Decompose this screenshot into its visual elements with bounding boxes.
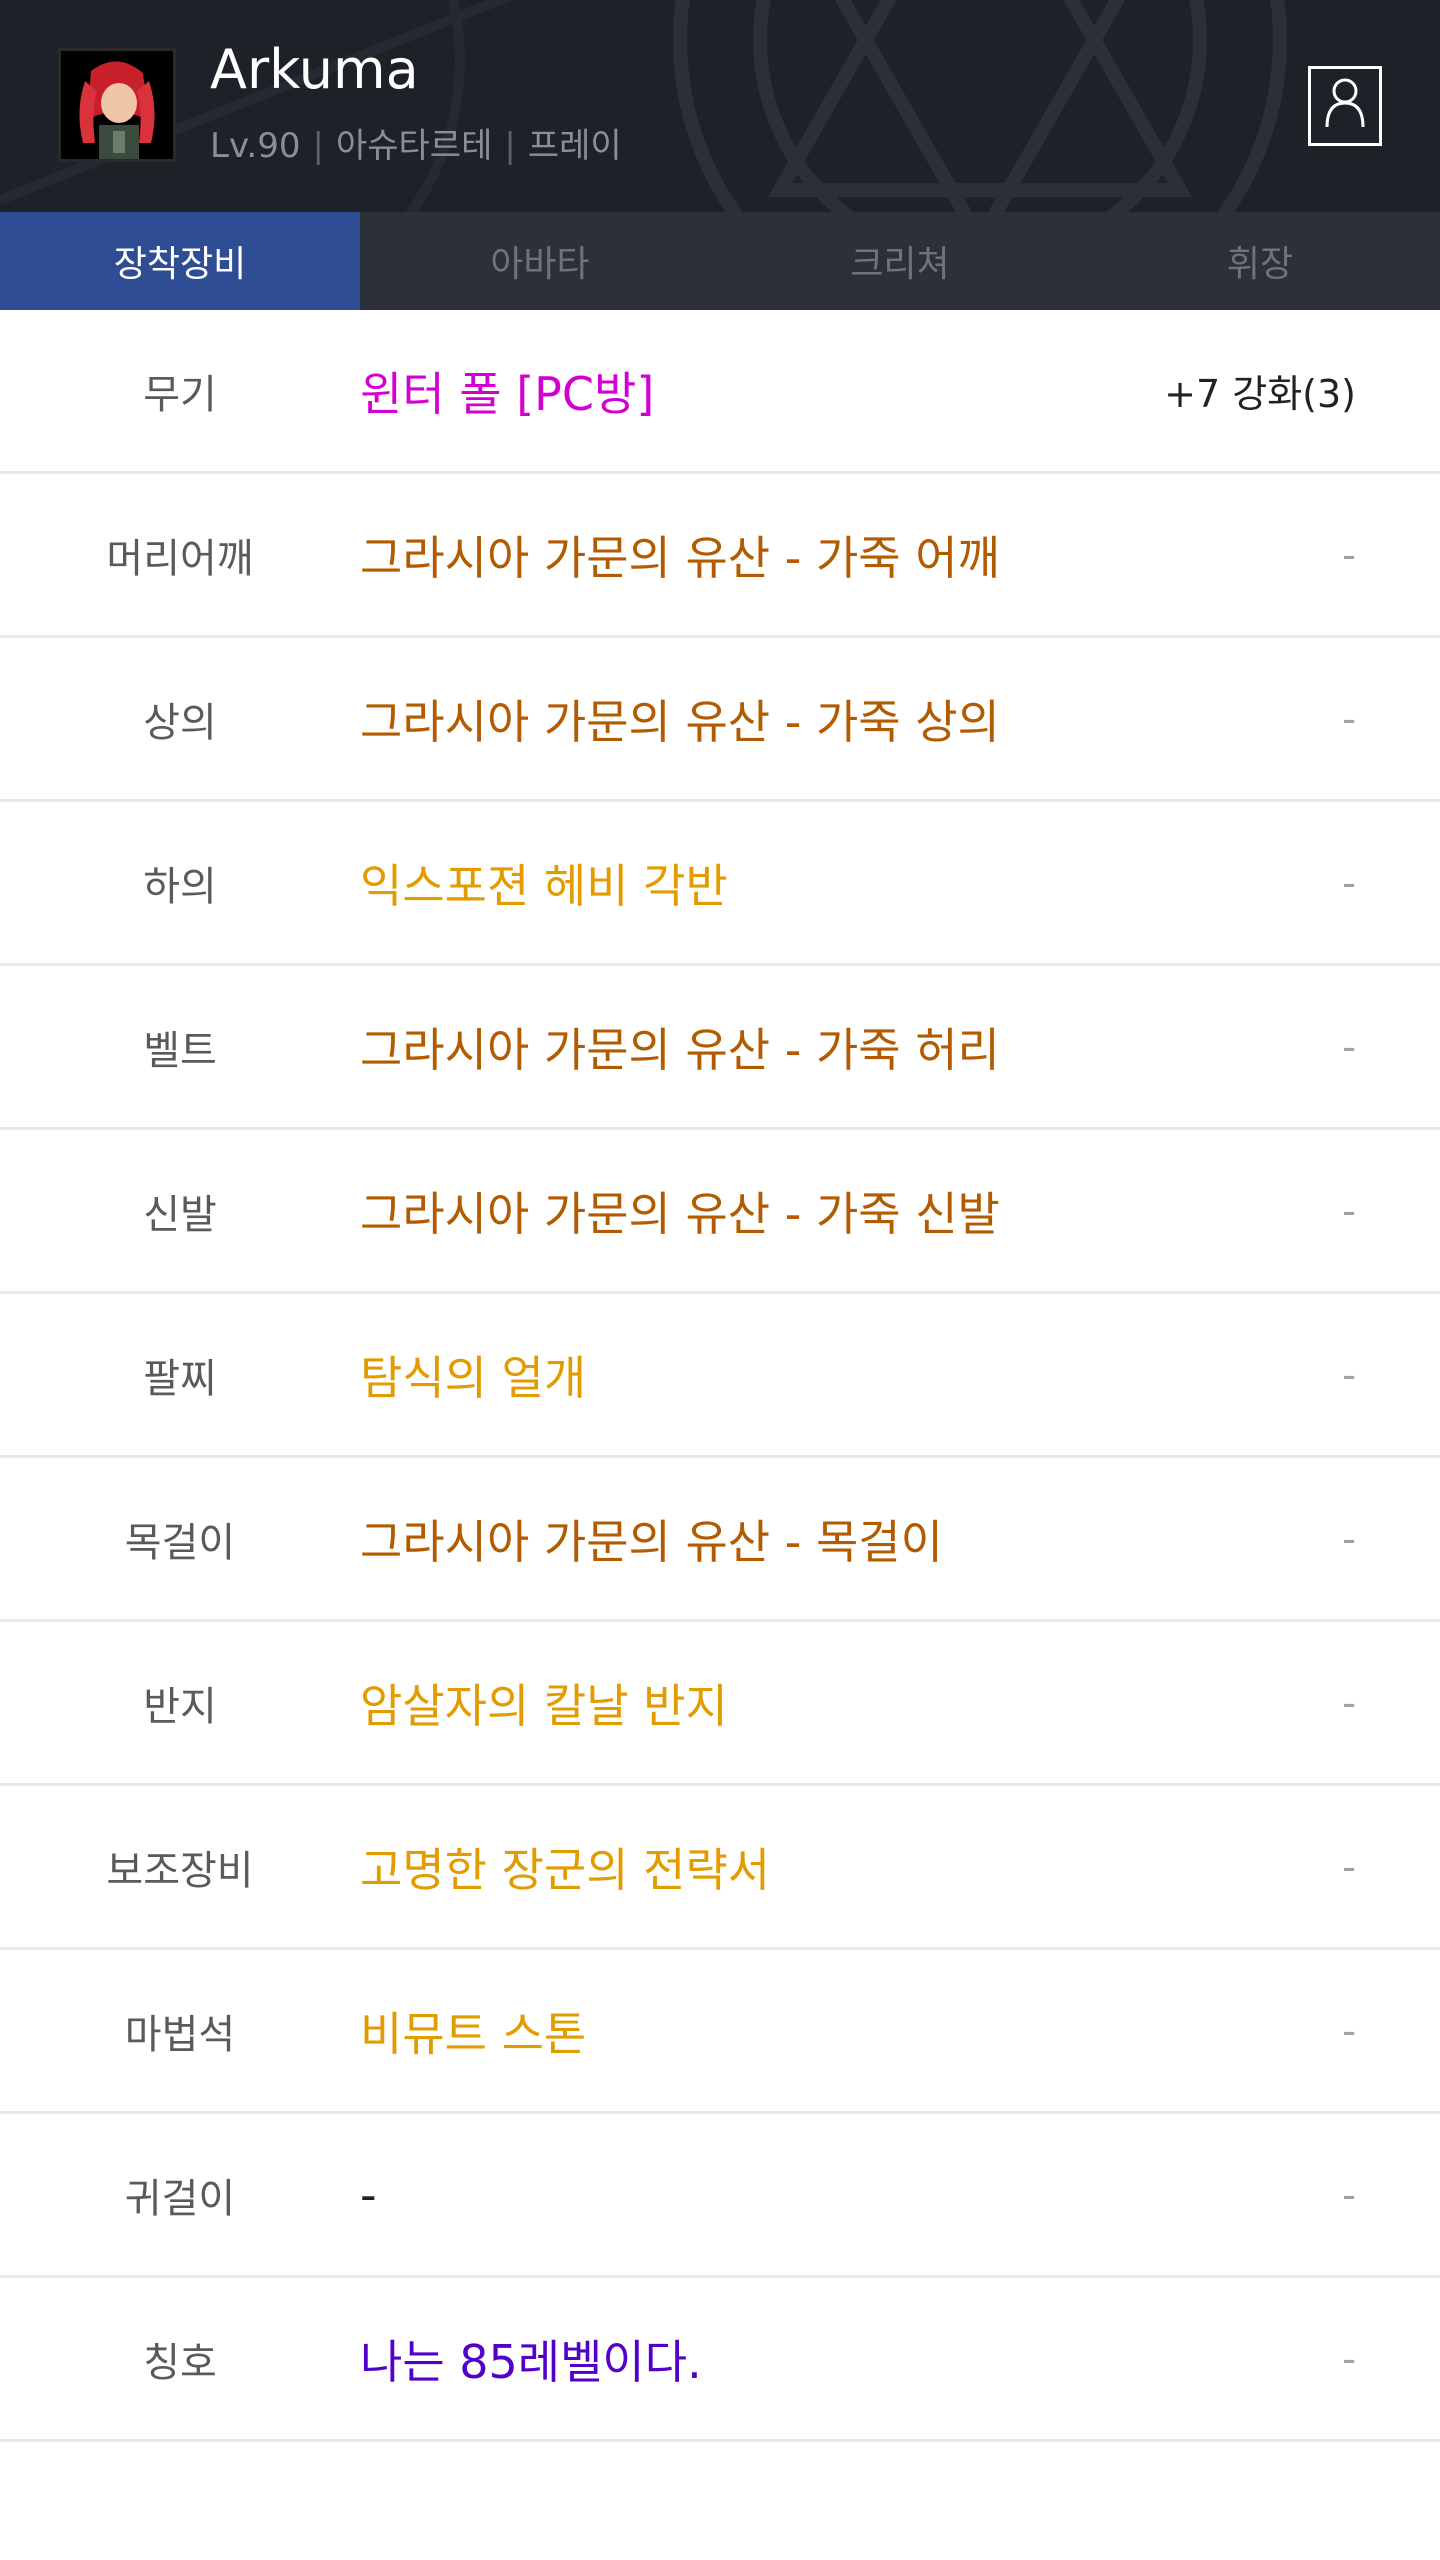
item-name: 그라시아 가문의 유산 - 가죽 허리 (360, 1022, 1000, 1077)
enhancement-value: - (1342, 2008, 1356, 2053)
info-divider: | (504, 126, 516, 166)
item-name: 윈터 폴 [PC방] (360, 366, 655, 421)
equipment-row-earring[interactable]: 귀걸이 - - (0, 2114, 1440, 2278)
enhancement-value: - (1342, 860, 1356, 905)
item-name: 탐식의 얼개 (360, 1350, 587, 1405)
equipment-row-weapon[interactable]: 무기 윈터 폴 [PC방] +7 강화(3) (0, 310, 1440, 474)
item-name: 그라시아 가문의 유산 - 가죽 어깨 (360, 530, 1000, 585)
equipment-row-bottom[interactable]: 하의 익스포젼 헤비 각반 - (0, 802, 1440, 966)
item-name: 그라시아 가문의 유산 - 가죽 신발 (360, 1186, 1000, 1241)
enhancement-value: - (1342, 2336, 1356, 2381)
slot-label: 신발 (143, 1191, 217, 1238)
enhancement-value: - (1342, 2172, 1356, 2217)
profile-button[interactable] (1308, 66, 1382, 146)
slot-label: 벨트 (143, 1027, 217, 1074)
equipment-list: 무기 윈터 폴 [PC방] +7 강화(3) 머리어깨 그라시아 가문의 유산 … (0, 310, 1440, 2442)
equipment-tabs: 장착장비 아바타 크리쳐 휘장 (0, 212, 1440, 310)
enhancement-value: - (1342, 1844, 1356, 1889)
equipment-row-support[interactable]: 보조장비 고명한 장군의 전략서 - (0, 1786, 1440, 1950)
slot-label: 팔찌 (143, 1355, 217, 1402)
enhancement-value: - (1342, 1352, 1356, 1397)
enhancement-value: - (1342, 1680, 1356, 1725)
slot-label: 목걸이 (124, 1519, 236, 1566)
item-name: 비뮤트 스톤 (360, 2006, 587, 2061)
character-portrait[interactable] (58, 48, 176, 162)
tab-avatar[interactable]: 아바타 (360, 212, 720, 310)
equipment-row-top[interactable]: 상의 그라시아 가문의 유산 - 가죽 상의 - (0, 638, 1440, 802)
equipment-row-shoes[interactable]: 신발 그라시아 가문의 유산 - 가죽 신발 - (0, 1130, 1440, 1294)
slot-label: 마법석 (124, 2011, 236, 2058)
item-name: 고명한 장군의 전략서 (360, 1842, 771, 1897)
person-icon (1325, 78, 1365, 128)
equipment-row-title[interactable]: 칭호 나는 85레벨이다. - (0, 2278, 1440, 2442)
character-adventure: 아슈타르테 (335, 126, 493, 166)
equipment-row-necklace[interactable]: 목걸이 그라시아 가문의 유산 - 목걸이 - (0, 1458, 1440, 1622)
enhancement-value: - (1342, 1516, 1356, 1561)
enhancement-value: - (1342, 1188, 1356, 1233)
slot-label: 상의 (143, 699, 217, 746)
slot-label: 무기 (143, 371, 217, 418)
equipment-row-magic-stone[interactable]: 마법석 비뮤트 스톤 - (0, 1950, 1440, 2114)
slot-label: 보조장비 (106, 1847, 254, 1894)
equipment-row-ring[interactable]: 반지 암살자의 칼날 반지 - (0, 1622, 1440, 1786)
item-name: 나는 85레벨이다. (360, 2334, 702, 2389)
character-level: Lv.90 (210, 126, 301, 166)
slot-label: 반지 (143, 1683, 217, 1730)
slot-label: 칭호 (143, 2339, 217, 2386)
equipment-row-shoulder[interactable]: 머리어깨 그라시아 가문의 유산 - 가죽 어깨 - (0, 474, 1440, 638)
enhancement-value: - (1342, 696, 1356, 741)
equipment-row-belt[interactable]: 벨트 그라시아 가문의 유산 - 가죽 허리 - (0, 966, 1440, 1130)
slot-label: 하의 (143, 863, 217, 910)
item-name: - (360, 2167, 377, 2222)
tab-creature[interactable]: 크리쳐 (720, 212, 1080, 310)
character-server: 프레이 (527, 126, 622, 166)
enhancement-value: +7 강화(3) (1164, 372, 1356, 416)
enhancement-value: - (1342, 1024, 1356, 1069)
slot-label: 귀걸이 (124, 2175, 236, 2222)
item-name: 익스포젼 헤비 각반 (360, 858, 728, 913)
character-name: Arkuma (210, 38, 419, 101)
emblem-background-icon (0, 0, 1287, 212)
tab-emblem[interactable]: 휘장 (1080, 212, 1440, 310)
info-divider: | (312, 126, 324, 166)
item-name: 그라시아 가문의 유산 - 목걸이 (360, 1514, 943, 1569)
character-header: Arkuma Lv.90 | 아슈타르테 | 프레이 (0, 0, 1440, 212)
tab-equipment[interactable]: 장착장비 (0, 212, 360, 310)
item-name: 암살자의 칼날 반지 (360, 1678, 728, 1733)
character-portrait-icon (61, 51, 173, 159)
enhancement-value: - (1342, 532, 1356, 577)
slot-label: 머리어깨 (106, 535, 254, 582)
equipment-row-bracelet[interactable]: 팔찌 탐식의 얼개 - (0, 1294, 1440, 1458)
character-info: Lv.90 | 아슈타르테 | 프레이 (210, 118, 622, 167)
item-name: 그라시아 가문의 유산 - 가죽 상의 (360, 694, 1000, 749)
